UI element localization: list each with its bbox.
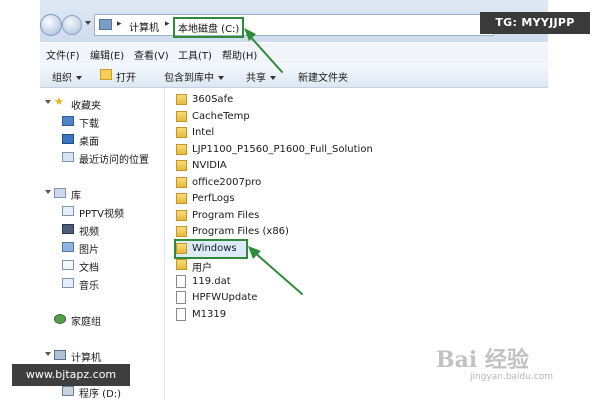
file-name: CacheTemp <box>192 110 250 122</box>
file-name: office2007pro <box>192 176 262 188</box>
nav-item-label: PPTV视频 <box>79 209 125 220</box>
address-bar[interactable]: ▸ 计算机 ▸ 本地磁盘 (C:) <box>94 14 494 38</box>
breadcrumb-separator-icon[interactable]: ▸ <box>117 19 122 29</box>
menu-view[interactable]: 查看(V) <box>134 47 169 62</box>
file-name: 用户 <box>192 263 212 274</box>
music-icon <box>62 278 74 288</box>
desktop-icon <box>62 134 74 144</box>
videos-icon <box>62 224 74 234</box>
nav-item-label: 下载 <box>79 119 99 130</box>
nav-item-label: 最近访问的位置 <box>79 155 149 166</box>
site-badge: www.bjtapz.com <box>12 364 130 386</box>
back-button[interactable] <box>40 14 62 36</box>
file-name: Program Files (x86) <box>192 226 289 237</box>
file-icon <box>176 307 186 321</box>
breadcrumb-separator-icon[interactable]: ▸ <box>165 19 170 29</box>
menu-bar: 文件(F) 编辑(E) 查看(V) 工具(T) 帮助(H) <box>40 43 548 63</box>
folder-icon <box>176 193 187 204</box>
folder-icon <box>176 176 187 188</box>
nav-item-label: 桌面 <box>79 137 99 148</box>
pptv-library-icon <box>62 206 74 216</box>
drive-icon <box>62 386 74 396</box>
breadcrumb-local-disk-c[interactable]: 本地磁盘 (C:) <box>173 17 245 38</box>
star-icon: ★ <box>54 95 64 108</box>
file-name: 360Safe <box>192 94 234 105</box>
include-in-library-label: 包含到库中 <box>164 73 214 84</box>
pictures-icon <box>62 242 74 252</box>
nav-item-label: 程序 (D:) <box>79 389 122 400</box>
folder-icon <box>176 143 187 155</box>
breadcrumb-computer[interactable]: 计算机 <box>129 19 159 34</box>
file-name: 119.dat <box>192 275 231 287</box>
chevron-down-icon <box>76 76 82 80</box>
recent-places-icon <box>62 152 74 162</box>
file-name: Program Files <box>192 209 260 221</box>
organize-label: 组织 <box>52 73 72 84</box>
file-item-windows-selected[interactable]: Windows <box>174 238 248 259</box>
folder-icon <box>176 160 187 171</box>
folder-icon <box>176 110 187 122</box>
file-name: NVIDIA <box>192 160 227 171</box>
menu-tools[interactable]: 工具(T) <box>178 47 212 62</box>
address-row: ▸ 计算机 ▸ 本地磁盘 (C:) <box>40 0 548 42</box>
tg-badge: TG: MYYJJPP <box>480 12 590 34</box>
menu-edit[interactable]: 编辑(E) <box>90 47 124 62</box>
homegroup-icon <box>54 314 66 324</box>
file-name: HPFWUpdate <box>192 292 258 303</box>
baidu-watermark-url: jingyan.baidu.com <box>470 372 554 382</box>
nav-item-label: 文档 <box>79 263 99 274</box>
file-name: LJP1100_P1560_P1600_Full_Solution <box>192 143 373 155</box>
file-name: Intel <box>192 127 215 138</box>
file-name: PerfLogs <box>192 193 235 204</box>
nav-computer-label: 计算机 <box>71 353 101 364</box>
file-name: M1319 <box>192 308 227 320</box>
nav-favorites-label: 收藏夹 <box>71 101 101 112</box>
nav-item-label: 图片 <box>79 245 99 256</box>
nav-item-label: 音乐 <box>79 281 99 292</box>
history-dropdown-icon[interactable] <box>85 21 91 25</box>
command-bar: 组织 打开 包含到库中 共享 新建文件夹 <box>40 63 548 88</box>
menu-help[interactable]: 帮助(H) <box>222 47 257 62</box>
forward-button[interactable] <box>62 15 82 35</box>
chevron-down-icon <box>218 76 224 80</box>
share-label: 共享 <box>246 73 266 84</box>
computer-icon <box>54 350 66 360</box>
computer-icon <box>99 19 112 30</box>
explorer-window: ▸ 计算机 ▸ 本地磁盘 (C:) 文件(F) 编辑(E) 查看(V) 工具(T… <box>40 0 548 400</box>
folder-icon <box>176 242 187 254</box>
include-in-library-button[interactable]: 包含到库中 <box>164 69 224 84</box>
nav-item-label: 视频 <box>79 227 99 238</box>
nav-homegroup-label: 家庭组 <box>71 317 101 328</box>
documents-icon <box>62 260 74 270</box>
expand-arrow-icon[interactable] <box>45 190 51 194</box>
file-name: Windows <box>192 242 237 254</box>
folder-icon <box>176 209 187 221</box>
folder-icon <box>176 226 187 237</box>
navigation-pane: ★ 收藏夹 下载 桌面 最近访问的位置 库 PPTV视频 视频 图片 文档 音乐… <box>40 88 165 400</box>
share-button[interactable]: 共享 <box>246 69 276 84</box>
baidu-watermark: Bai 经验 <box>436 347 529 373</box>
chevron-down-icon <box>270 76 276 80</box>
folder-icon <box>176 127 187 138</box>
new-folder-button[interactable]: 新建文件夹 <box>298 69 348 84</box>
expand-arrow-icon[interactable] <box>45 352 51 356</box>
file-icon <box>176 291 186 304</box>
open-icon <box>100 69 112 80</box>
file-icon <box>176 274 186 288</box>
organize-button[interactable]: 组织 <box>52 69 82 84</box>
open-button[interactable]: 打开 <box>116 69 136 84</box>
nav-libraries-label: 库 <box>71 191 81 202</box>
expand-arrow-icon[interactable] <box>45 100 51 104</box>
library-icon <box>54 188 66 198</box>
folder-icon <box>176 259 187 270</box>
downloads-icon <box>62 116 74 126</box>
folder-icon <box>176 94 187 105</box>
menu-file[interactable]: 文件(F) <box>46 47 80 62</box>
